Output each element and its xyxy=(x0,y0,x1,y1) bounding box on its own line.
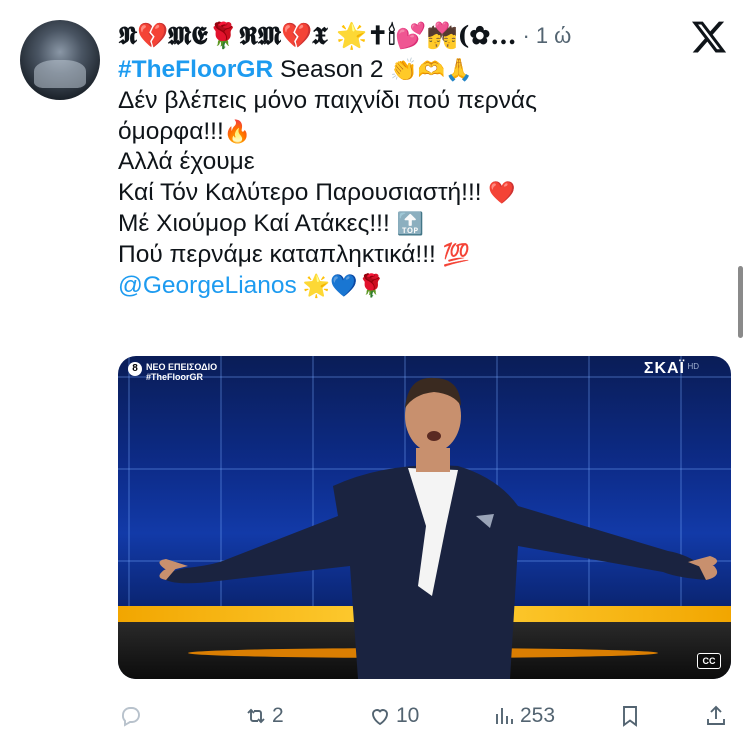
like-icon xyxy=(372,709,388,726)
post-line-1: #TheFloorGR Season 2 👏🫶🙏 xyxy=(118,55,718,86)
like-button[interactable]: 10 xyxy=(368,700,419,732)
fire-emoji: 🔥 xyxy=(223,118,252,144)
episode-number-badge: 8 xyxy=(128,362,142,376)
post-media-video[interactable]: 8 ΝΕΟ ΕΠΕΙΣΟΔΙΟ #TheFloorGR ΣΚΑΪ HD CC xyxy=(118,356,731,679)
post-line-2: Δέν βλέπεις μόνο παιχνίδι πού περνάς xyxy=(118,86,537,114)
post-line-5: Καί Τόν Καλύτερο Παρουσιαστή!!! ❤️ xyxy=(118,178,718,209)
emoji-group: 🌟💙🌹 xyxy=(296,272,386,298)
closed-captions-button[interactable]: CC xyxy=(697,653,721,669)
top-emoji: 🔝 xyxy=(396,210,424,236)
hashtag-link[interactable]: #TheFloorGR xyxy=(118,56,273,83)
post-line-7: Πού περνάμε καταπληκτικά!!! 💯 xyxy=(118,240,718,271)
post-line-3: όμορφα!!!🔥 xyxy=(118,117,718,148)
views-icon xyxy=(496,708,513,724)
share-button[interactable] xyxy=(704,700,728,732)
line-text: Καί Τόν Καλύτερο Παρουσιαστή!!! xyxy=(118,179,489,207)
line-text: όμορφα!!! xyxy=(118,117,224,145)
bookmark-button[interactable] xyxy=(618,700,642,732)
line-text: Μέ Χιούμορ Καί Ατάκες!!! xyxy=(118,209,397,237)
share-icon xyxy=(707,705,725,725)
views-count: 253 xyxy=(520,704,556,727)
separator-dot: · xyxy=(522,23,530,48)
scrollbar-thumb[interactable] xyxy=(738,266,743,338)
post-header: 𝕹💔𝕸𝕰🌹𝕽𝕸💔𝖃 🌟✝🕯💕💏(✿... · 1 ώ xyxy=(118,16,678,56)
reply-icon xyxy=(122,707,140,727)
channel-logo: ΣΚΑΪ xyxy=(643,360,685,377)
like-count: 10 xyxy=(396,704,420,727)
action-bar: 2 10 253 xyxy=(118,700,730,732)
hundred-emoji: 💯 xyxy=(442,241,471,267)
presenter-figure xyxy=(159,377,718,679)
repost-icon xyxy=(247,708,265,724)
post-line-6: Μέ Χιούμορ Καί Ατάκες!!! 🔝 xyxy=(118,209,718,240)
mention-link[interactable]: @GeorgeLianos xyxy=(118,272,297,299)
episode-label-line2: #TheFloorGR xyxy=(146,372,204,382)
post-line-4: Αλλά έχουμε xyxy=(118,148,255,176)
avatar[interactable] xyxy=(20,20,100,100)
heart-emoji: ❤️ xyxy=(488,180,516,206)
display-name[interactable]: 𝕹💔𝕸𝕰🌹𝕽𝕸💔𝖃 🌟✝🕯💕💏(✿... xyxy=(118,21,516,51)
views-button[interactable]: 253 xyxy=(492,700,555,732)
post-time[interactable]: 1 ώ xyxy=(536,23,572,49)
reply-button[interactable] xyxy=(118,700,142,732)
x-logo-icon[interactable] xyxy=(690,18,728,56)
line-text: Season 2 xyxy=(273,56,391,83)
channel-hd-label: HD xyxy=(687,362,699,371)
post-text: #TheFloorGR Season 2 👏🫶🙏 Δέν βλέπεις μόν… xyxy=(118,55,718,301)
episode-label: ΝΕΟ ΕΠΕΙΣΟΔΙΟ #TheFloorGR xyxy=(146,362,217,382)
repost-count: 2 xyxy=(272,704,284,727)
post-line-8: @GeorgeLianos 🌟💙🌹 xyxy=(118,271,718,302)
line-text: Πού περνάμε καταπληκτικά!!! xyxy=(118,240,443,268)
episode-label-line1: ΝΕΟ ΕΠΕΙΣΟΔΙΟ xyxy=(146,362,218,372)
emoji-group: 👏🫶🙏 xyxy=(390,57,473,82)
bookmark-icon xyxy=(623,706,637,727)
repost-button[interactable]: 2 xyxy=(244,700,284,732)
